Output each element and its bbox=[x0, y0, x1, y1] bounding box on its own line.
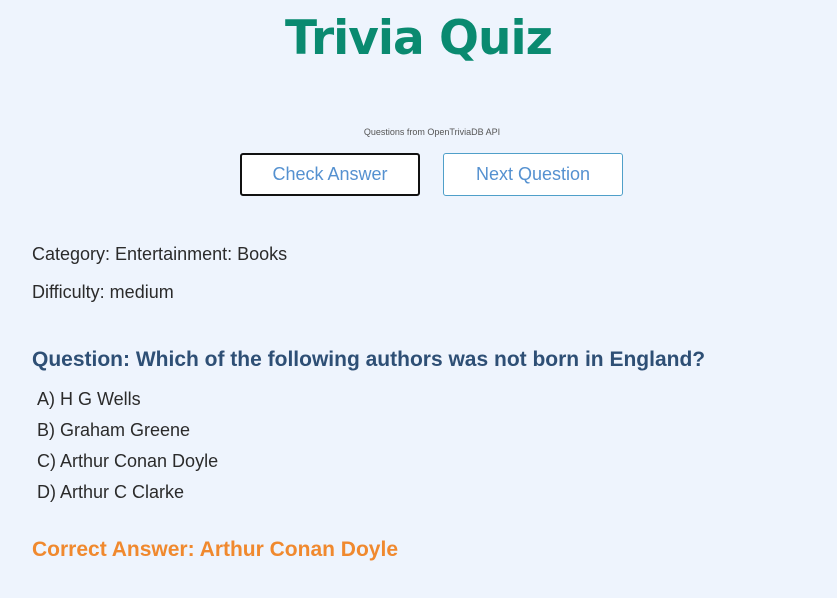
option-d: D) Arthur C Clarke bbox=[37, 482, 185, 502]
difficulty-label: Difficulty: medium bbox=[32, 282, 174, 302]
next-question-button[interactable]: Next Question bbox=[443, 153, 623, 196]
action-buttons: Check Answer Next Question bbox=[240, 153, 623, 196]
option-a: A) H G Wells bbox=[37, 389, 141, 409]
option-b: B) Graham Greene bbox=[37, 420, 191, 440]
question-text: Question: Which of the following authors… bbox=[32, 348, 706, 371]
check-answer-button[interactable]: Check Answer bbox=[240, 153, 420, 196]
page-title: Trivia Quiz bbox=[285, 11, 553, 66]
api-source-caption: Questions from OpenTriviaDB API bbox=[363, 127, 501, 137]
option-c: C) Arthur Conan Doyle bbox=[37, 451, 219, 471]
correct-answer: Correct Answer: Arthur Conan Doyle bbox=[32, 538, 398, 561]
answer-options: A) H G Wells B) Graham Greene C) Arthur … bbox=[37, 389, 218, 513]
category-label: Category: Entertainment: Books bbox=[32, 244, 288, 264]
